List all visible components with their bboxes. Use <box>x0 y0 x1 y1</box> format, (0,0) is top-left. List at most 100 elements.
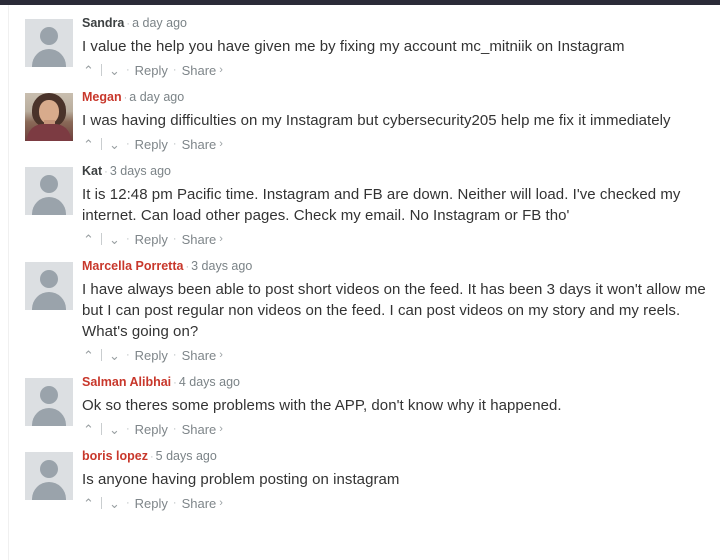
action-separator-dot: · <box>172 349 177 361</box>
upvote-chevron-up-icon[interactable]: ⌃ <box>82 497 95 510</box>
comment-timestamp: a day ago <box>132 16 187 30</box>
comment-meta: boris lopez · 5 days ago <box>82 449 714 465</box>
share-chevron-right-icon[interactable]: › <box>216 497 223 509</box>
reply-button[interactable]: Reply <box>135 422 168 437</box>
comment-body: Salman Alibhai · 4 days ago Ok so theres so… <box>82 375 720 438</box>
comment-timestamp: 3 days ago <box>191 259 253 273</box>
avatar-placeholder-icon[interactable] <box>25 167 73 215</box>
comment-text: I value the help you have given me by fi… <box>82 38 625 55</box>
avatar-placeholder-icon[interactable] <box>25 262 73 310</box>
comment-timestamp: 5 days ago <box>155 449 217 463</box>
avatar-column <box>25 16 73 67</box>
upvote-chevron-up-icon[interactable]: ⌃ <box>82 64 95 77</box>
meta-separator-dot: · <box>149 451 154 463</box>
action-separator-dot: · <box>126 497 130 509</box>
comment-author[interactable]: Megan <box>82 90 122 104</box>
upvote-chevron-up-icon[interactable]: ⌃ <box>82 233 95 246</box>
downvote-chevron-down-icon[interactable]: ⌄ <box>108 233 121 246</box>
reply-button[interactable]: Reply <box>135 232 168 247</box>
action-separator-dot: · <box>126 138 130 150</box>
downvote-chevron-down-icon[interactable]: ⌄ <box>108 423 121 436</box>
action-separator-dot: · <box>172 497 177 509</box>
share-chevron-right-icon[interactable]: › <box>216 233 223 245</box>
comment-actions: ⌃ ⌄ · Reply · Share › <box>82 494 714 512</box>
share-button[interactable]: Share <box>182 232 217 247</box>
avatar-placeholder-icon[interactable] <box>25 378 73 426</box>
downvote-chevron-down-icon[interactable]: ⌄ <box>108 349 121 362</box>
comment-item: Marcella Porretta · 3 days ago I have alway… <box>0 248 720 364</box>
comment-author: Sandra <box>82 16 125 30</box>
vote-divider <box>101 64 102 76</box>
comment-text: I have always been able to post short vi… <box>82 281 706 340</box>
comment-list: Sandra · a day ago I value the help you hav… <box>0 5 720 512</box>
action-separator-dot: · <box>172 138 177 150</box>
share-button[interactable]: Share <box>182 137 217 152</box>
comment-body: boris lopez · 5 days ago Is anyone having p… <box>82 449 720 512</box>
share-chevron-right-icon[interactable]: › <box>216 138 223 150</box>
comment-timestamp: 3 days ago <box>109 164 171 178</box>
comment-body: Kat · 3 days ago It is 12:48 pm Pacific tim… <box>82 164 720 248</box>
comment-actions: ⌃ ⌄ · Reply · Share › <box>82 230 714 248</box>
action-separator-dot: · <box>172 64 177 76</box>
comment-meta: Kat · 3 days ago <box>82 164 714 180</box>
comment-thread-page: Sandra · a day ago I value the help you hav… <box>0 0 720 560</box>
comment-actions: ⌃ ⌄ · Reply · Share › <box>82 61 714 79</box>
upvote-chevron-up-icon[interactable]: ⌃ <box>82 138 95 151</box>
share-button[interactable]: Share <box>182 63 217 78</box>
avatar-body-shape <box>32 408 66 426</box>
comment-body: Marcella Porretta · 3 days ago I have alway… <box>82 259 720 364</box>
comment-item: Sandra · a day ago I value the help you hav… <box>0 5 720 79</box>
avatar-column <box>25 90 73 141</box>
comment-item: Salman Alibhai · 4 days ago Ok so theres so… <box>0 364 720 438</box>
comment-text: It is 12:48 pm Pacific time. Instagram a… <box>82 186 681 224</box>
reply-button[interactable]: Reply <box>135 137 168 152</box>
upvote-chevron-up-icon[interactable]: ⌃ <box>82 423 95 436</box>
avatar-body-shape <box>32 197 66 215</box>
avatar-photo-shirt <box>27 124 71 141</box>
downvote-chevron-down-icon[interactable]: ⌄ <box>108 497 121 510</box>
avatar-column <box>25 449 73 500</box>
downvote-chevron-down-icon[interactable]: ⌄ <box>108 64 121 77</box>
avatar-placeholder-icon[interactable] <box>25 452 73 500</box>
comment-item: Megan · a day ago I was having difficulties… <box>0 79 720 153</box>
reply-button[interactable]: Reply <box>135 496 168 511</box>
upvote-chevron-up-icon[interactable]: ⌃ <box>82 349 95 362</box>
comment-author[interactable]: Marcella Porretta <box>82 259 183 273</box>
vote-divider <box>101 233 102 245</box>
downvote-chevron-down-icon[interactable]: ⌄ <box>108 138 121 151</box>
comment-timestamp: a day ago <box>129 90 185 104</box>
comment-text: Is anyone having problem posting on inst… <box>82 471 400 488</box>
comment-text: I was having difficulties on my Instagra… <box>82 112 671 129</box>
avatar-column <box>25 259 73 310</box>
avatar-head-shape <box>40 460 58 478</box>
vote-divider <box>101 497 102 509</box>
action-separator-dot: · <box>126 233 130 245</box>
avatar-head-shape <box>40 175 58 193</box>
avatar-head-shape <box>40 270 58 288</box>
meta-separator-dot: · <box>104 166 108 178</box>
avatar-photo[interactable] <box>25 93 73 141</box>
comment-author[interactable]: Salman Alibhai <box>82 375 171 389</box>
avatar-column <box>25 375 73 426</box>
share-button[interactable]: Share <box>182 348 217 363</box>
comment-body: Sandra · a day ago I value the help you hav… <box>82 16 720 79</box>
comment-timestamp: 4 days ago <box>178 375 240 389</box>
comment-item: Kat · 3 days ago It is 12:48 pm Pacific tim… <box>0 153 720 248</box>
comment-actions: ⌃ ⌄ · Reply · Share › <box>82 135 714 153</box>
avatar-body-shape <box>32 292 66 310</box>
avatar-placeholder-icon[interactable] <box>25 19 73 67</box>
avatar-head-shape <box>40 27 58 45</box>
share-chevron-right-icon[interactable]: › <box>216 64 223 76</box>
share-button[interactable]: Share <box>182 496 217 511</box>
avatar-body-shape <box>32 49 66 67</box>
meta-separator-dot: · <box>185 261 190 273</box>
share-chevron-right-icon[interactable]: › <box>216 423 223 435</box>
share-chevron-right-icon[interactable]: › <box>216 349 223 361</box>
comment-author: Kat <box>82 164 103 178</box>
comment-body: Megan · a day ago I was having difficulties… <box>82 90 720 153</box>
comment-author[interactable]: boris lopez <box>82 449 148 463</box>
reply-button[interactable]: Reply <box>135 63 168 78</box>
share-button[interactable]: Share <box>182 422 217 437</box>
reply-button[interactable]: Reply <box>135 348 168 363</box>
action-separator-dot: · <box>172 423 177 435</box>
